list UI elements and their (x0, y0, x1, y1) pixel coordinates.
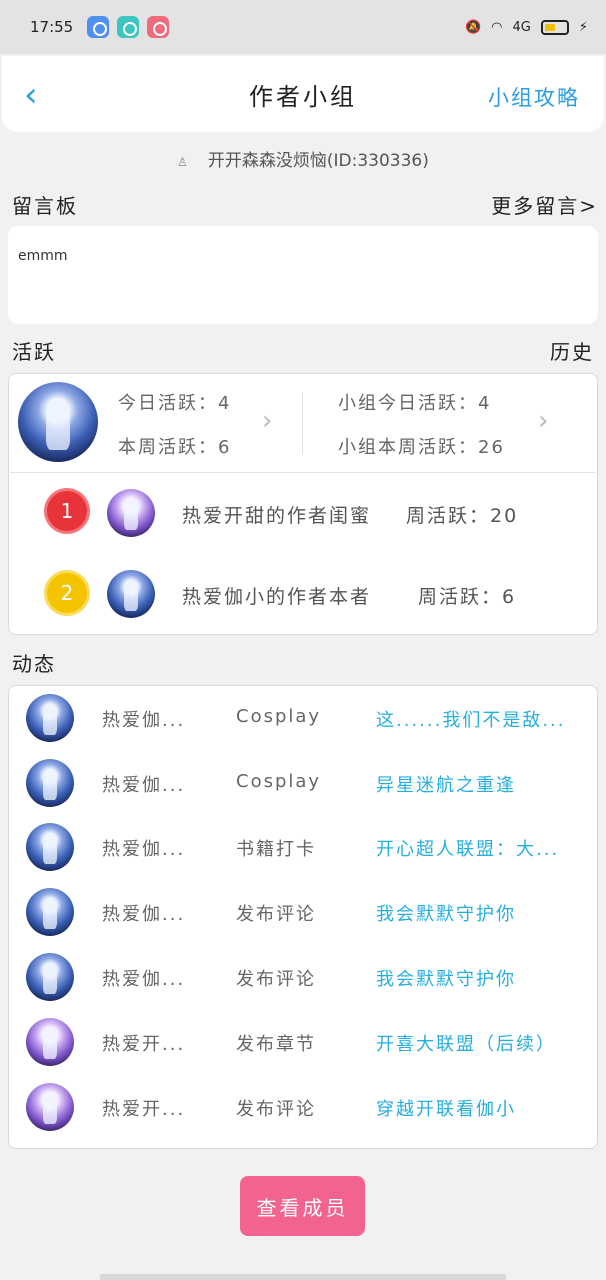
rank-member-name: 热爱开甜的作者闺蜜 (182, 505, 372, 527)
avatar[interactable] (26, 759, 74, 807)
status-indicators: 🔕 ◠ 4G ⚡ (464, 19, 588, 35)
group-week-activity: 小组本周活跃：26 (338, 437, 505, 458)
feed-user: 热爱伽... (102, 775, 186, 796)
page-header: ‹ 作者小组 小组攻略 (2, 56, 604, 132)
avatar[interactable] (26, 1018, 74, 1066)
feed-type: 发布章节 (236, 1034, 316, 1055)
feed-link[interactable]: 异星迷航之重逢 (376, 771, 516, 797)
feed-item[interactable]: 热爱开... 发布评论 穿越开联看伽小 (0, 1075, 606, 1139)
feed-link[interactable]: 穿越开联看伽小 (376, 1095, 516, 1121)
feed-item[interactable]: 热爱伽... Cosplay 这......我们不是敌... (0, 686, 606, 750)
feed-label: 动态 (12, 652, 56, 676)
feed-type: Cosplay (236, 771, 322, 792)
message-board[interactable]: emmm (8, 226, 598, 324)
app-notification-icon (147, 16, 170, 38)
status-time: 17:55 (30, 18, 74, 36)
status-bar: 17:55 🔕 ◠ 4G ⚡ (0, 0, 606, 54)
avatar[interactable] (26, 823, 74, 871)
message-text: emmm (18, 248, 68, 264)
battery-icon (540, 19, 569, 35)
feed-user: 热爱伽... (102, 839, 186, 860)
feed-user: 热爱伽... (102, 969, 186, 990)
view-members-button[interactable]: 查看成员 (240, 1176, 365, 1236)
mute-icon: 🔕 (464, 19, 482, 35)
avatar[interactable] (18, 382, 98, 462)
wifi-icon: ◠ (491, 19, 503, 35)
feed-item[interactable]: 热爱伽... 发布评论 我会默默守护你 (0, 945, 606, 1009)
feed-type: 书籍打卡 (236, 839, 316, 860)
app-notification-icon (117, 16, 140, 38)
feed-user: 热爱开... (102, 1034, 186, 1055)
activity-label: 活跃 (12, 340, 56, 364)
feed-user: 热爱开... (102, 1099, 186, 1120)
back-icon[interactable]: ‹ (24, 78, 38, 112)
feed-type: 发布评论 (236, 1099, 316, 1120)
divider (302, 392, 303, 454)
feed-link[interactable]: 开心超人联盟：大... (376, 835, 559, 861)
app-notification-icon (87, 16, 110, 38)
rank-member-score: 周活跃：20 (406, 505, 519, 527)
group-owner[interactable]: ♙ 开开森森没烦恼(ID:330336) (0, 146, 606, 171)
feed-item[interactable]: 热爱伽... 发布评论 我会默默守护你 (0, 880, 606, 944)
history-link[interactable]: 历史 (550, 336, 594, 365)
page-title: 作者小组 (249, 82, 357, 111)
divider (10, 472, 596, 473)
avatar[interactable] (107, 489, 155, 537)
gesture-bar (100, 1274, 506, 1280)
avatar[interactable] (26, 1083, 74, 1131)
message-board-label: 留言板 (12, 194, 78, 218)
feed-link[interactable]: 这......我们不是敌... (376, 706, 566, 732)
feed-item[interactable]: 热爱伽... 书籍打卡 开心超人联盟：大... (0, 815, 606, 879)
charging-icon: ⚡ (578, 19, 588, 35)
feed-link[interactable]: 我会默默守护你 (376, 900, 516, 926)
feed-user: 热爱伽... (102, 710, 186, 731)
rank-number: 1 (60, 499, 74, 523)
feed-type: Cosplay (236, 706, 322, 727)
rank-medal-icon: 1 (47, 491, 87, 531)
group-guide-link[interactable]: 小组攻略 (488, 82, 580, 112)
chevron-right-icon[interactable]: › (262, 406, 272, 436)
rank-member-name: 热爱伽小的作者本者 (182, 586, 372, 608)
rank-member-score: 周活跃：6 (418, 586, 517, 608)
feed-link[interactable]: 我会默默守护你 (376, 965, 516, 991)
avatar[interactable] (26, 888, 74, 936)
week-activity: 本周活跃：6 (118, 437, 232, 458)
avatar[interactable] (26, 953, 74, 1001)
avatar[interactable] (107, 570, 155, 618)
avatar[interactable] (26, 694, 74, 742)
feed-item[interactable]: 热爱开... 发布章节 开喜大联盟（后续） (0, 1010, 606, 1074)
feed-user: 热爱伽... (102, 904, 186, 925)
chevron-right-icon[interactable]: › (538, 406, 548, 436)
feed-item[interactable]: 热爱伽... Cosplay 异星迷航之重逢 (0, 751, 606, 815)
today-activity: 今日活跃：4 (118, 393, 232, 414)
more-messages-link[interactable]: 更多留言> (491, 190, 598, 219)
group-today-activity: 小组今日活跃：4 (338, 393, 492, 414)
feed-type: 发布评论 (236, 904, 316, 925)
feed-type: 发布评论 (236, 969, 316, 990)
rank-medal-icon: 2 (47, 573, 87, 613)
rank-number: 2 (60, 581, 74, 605)
person-icon: ♙ (177, 155, 188, 169)
feed-link[interactable]: 开喜大联盟（后续） (376, 1030, 556, 1056)
owner-name: 开开森森没烦恼(ID:330336) (207, 151, 429, 171)
network-label: 4G (512, 19, 531, 35)
